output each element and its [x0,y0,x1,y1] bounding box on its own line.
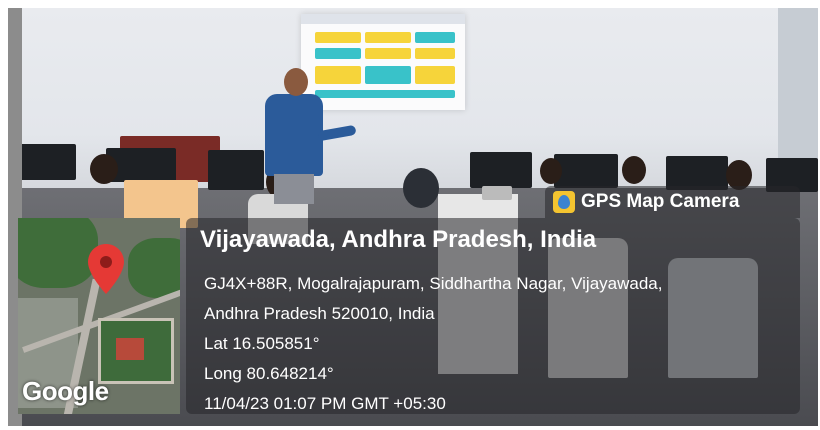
monitor [554,154,618,188]
gps-map-camera-icon [553,191,575,213]
student [90,154,118,184]
location-title: Vijayawada, Andhra Pradesh, India [200,226,597,253]
address-line-1: GJ4X+88R, Mogalrajapuram, Siddhartha Nag… [204,274,663,293]
projection-screen [301,14,465,110]
address-line-2: Andhra Pradesh 520010, India [204,304,435,323]
student [540,158,562,184]
google-logo: Google [22,376,109,406]
monitor [470,152,532,188]
map-thumbnail: Google [18,218,180,414]
longitude: Long 80.648214° [204,364,334,383]
presenter-legs [274,174,314,204]
chair [403,168,439,208]
datetime: 11/04/23 01:07 PM GMT +05:30 [204,394,446,413]
monitor [666,156,728,190]
presenter-head [284,68,308,96]
latitude: Lat 16.505851° [204,334,320,353]
app-name: GPS Map Camera [581,191,740,212]
presenter [265,94,323,176]
projector [482,186,512,200]
location-pin-icon [88,244,124,294]
student [622,156,646,184]
monitor [208,150,264,190]
app-badge: GPS Map Camera [545,186,800,218]
